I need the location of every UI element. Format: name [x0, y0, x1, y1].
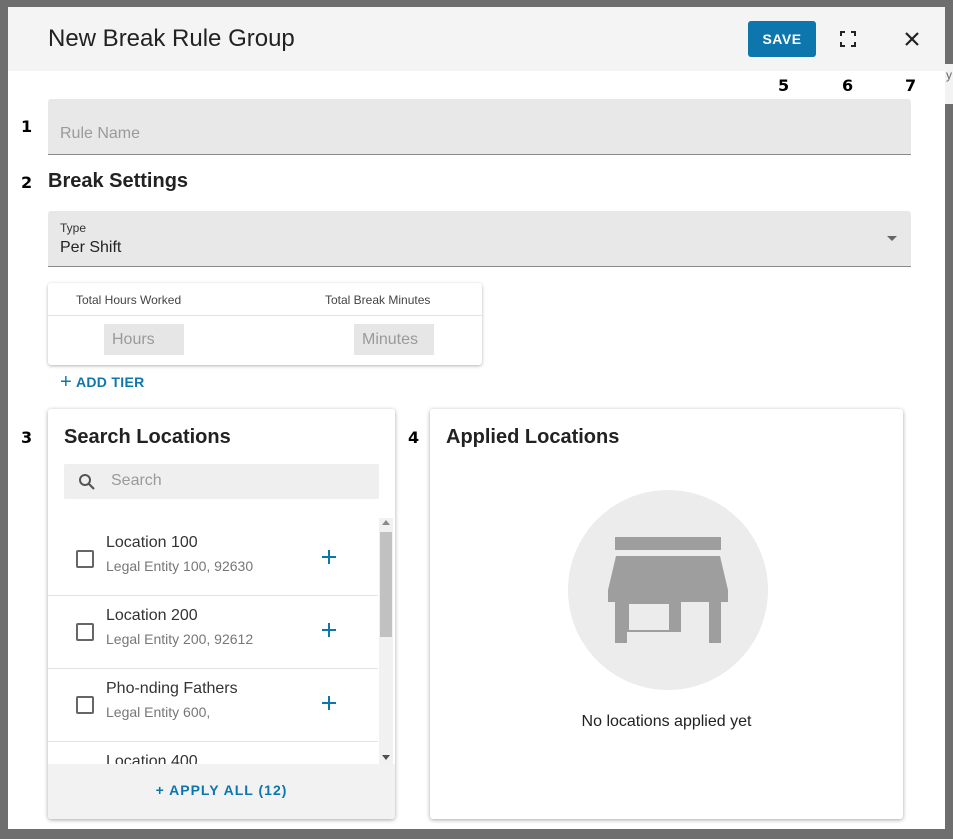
- search-locations-title: Search Locations: [64, 426, 231, 448]
- annotation-5: 5: [778, 76, 790, 95]
- close-icon: [905, 32, 919, 46]
- applied-locations-title: Applied Locations: [446, 426, 620, 448]
- location-list-scrollbar[interactable]: [379, 518, 393, 764]
- plus-icon: [322, 550, 336, 564]
- scroll-up-arrow-icon[interactable]: [382, 520, 390, 525]
- apply-all-button[interactable]: + APPLY ALL (12): [48, 782, 395, 798]
- type-value: Per Shift: [60, 239, 122, 256]
- dropdown-arrow-icon: [887, 236, 897, 241]
- search-box[interactable]: [64, 464, 379, 499]
- empty-state-text: No locations applied yet: [581, 713, 752, 730]
- dialog-header: New Break Rule Group SAVE: [8, 7, 945, 71]
- location-checkbox[interactable]: [76, 550, 94, 568]
- add-location-button[interactable]: [318, 546, 340, 568]
- add-location-button[interactable]: [318, 619, 340, 641]
- new-break-rule-group-dialog: New Break Rule Group SAVE 5 6 7 1 2 Brea…: [8, 7, 945, 829]
- location-list: Location 100 Legal Entity 100, 92630 Loc…: [48, 523, 378, 764]
- search-icon: [79, 474, 95, 490]
- save-button[interactable]: SAVE: [748, 21, 816, 57]
- search-locations-panel: Search Locations Location 100 Legal Enti…: [48, 409, 395, 819]
- tier-table-header: Total Hours Worked Total Break Minutes: [48, 283, 482, 316]
- annotation-2: 2: [21, 173, 33, 192]
- plus-icon: +: [60, 371, 72, 393]
- rule-name-input[interactable]: [60, 125, 890, 143]
- dialog-title: New Break Rule Group: [48, 25, 295, 52]
- plus-icon: [322, 696, 336, 710]
- location-name: Location 200: [106, 607, 198, 624]
- annotation-3: 3: [21, 428, 33, 447]
- add-location-button[interactable]: [318, 692, 340, 714]
- type-select[interactable]: Type Per Shift: [48, 211, 911, 267]
- break-settings-title: Break Settings: [48, 170, 189, 192]
- location-checkbox[interactable]: [76, 623, 94, 641]
- location-detail: Legal Entity 200, 92612: [106, 631, 254, 647]
- type-label: Type: [60, 221, 87, 235]
- search-input[interactable]: [111, 472, 361, 490]
- annotation-7: 7: [905, 76, 917, 95]
- location-name: Location 400: [106, 753, 198, 764]
- background-text: y: [946, 68, 952, 82]
- col-total-break-minutes: Total Break Minutes: [325, 293, 431, 307]
- annotation-1: 1: [21, 117, 33, 136]
- location-checkbox[interactable]: [76, 696, 94, 714]
- list-item: Location 400: [48, 742, 378, 764]
- location-name: Location 100: [106, 534, 198, 551]
- annotation-4: 4: [408, 428, 420, 447]
- minutes-input[interactable]: [354, 324, 434, 355]
- location-name: Pho-nding Fathers: [106, 680, 238, 697]
- col-total-hours-worked: Total Hours Worked: [76, 293, 182, 307]
- fullscreen-icon: [840, 31, 856, 47]
- add-tier-button[interactable]: + ADD TIER: [60, 371, 145, 393]
- plus-icon: [322, 623, 336, 637]
- add-tier-label: ADD TIER: [75, 374, 145, 390]
- rule-name-field[interactable]: [48, 99, 911, 155]
- location-detail: Legal Entity 600,: [106, 704, 211, 720]
- store-icon: [608, 537, 728, 643]
- apply-all-footer: + APPLY ALL (12): [48, 764, 395, 819]
- hours-input[interactable]: [104, 324, 184, 355]
- list-item: Location 100 Legal Entity 100, 92630: [48, 523, 378, 596]
- empty-state-circle: [568, 490, 768, 690]
- annotation-6: 6: [842, 76, 854, 95]
- scroll-down-arrow-icon[interactable]: [382, 755, 390, 760]
- close-button[interactable]: [898, 25, 926, 53]
- list-item: Pho-nding Fathers Legal Entity 600,: [48, 669, 378, 742]
- fullscreen-button[interactable]: [834, 25, 862, 53]
- scroll-thumb[interactable]: [380, 532, 392, 637]
- applied-locations-panel: Applied Locations No locations applied y…: [430, 409, 903, 819]
- list-item: Location 200 Legal Entity 200, 92612: [48, 596, 378, 669]
- location-detail: Legal Entity 100, 92630: [106, 558, 254, 574]
- break-tier-table: Total Hours Worked Total Break Minutes: [48, 283, 482, 365]
